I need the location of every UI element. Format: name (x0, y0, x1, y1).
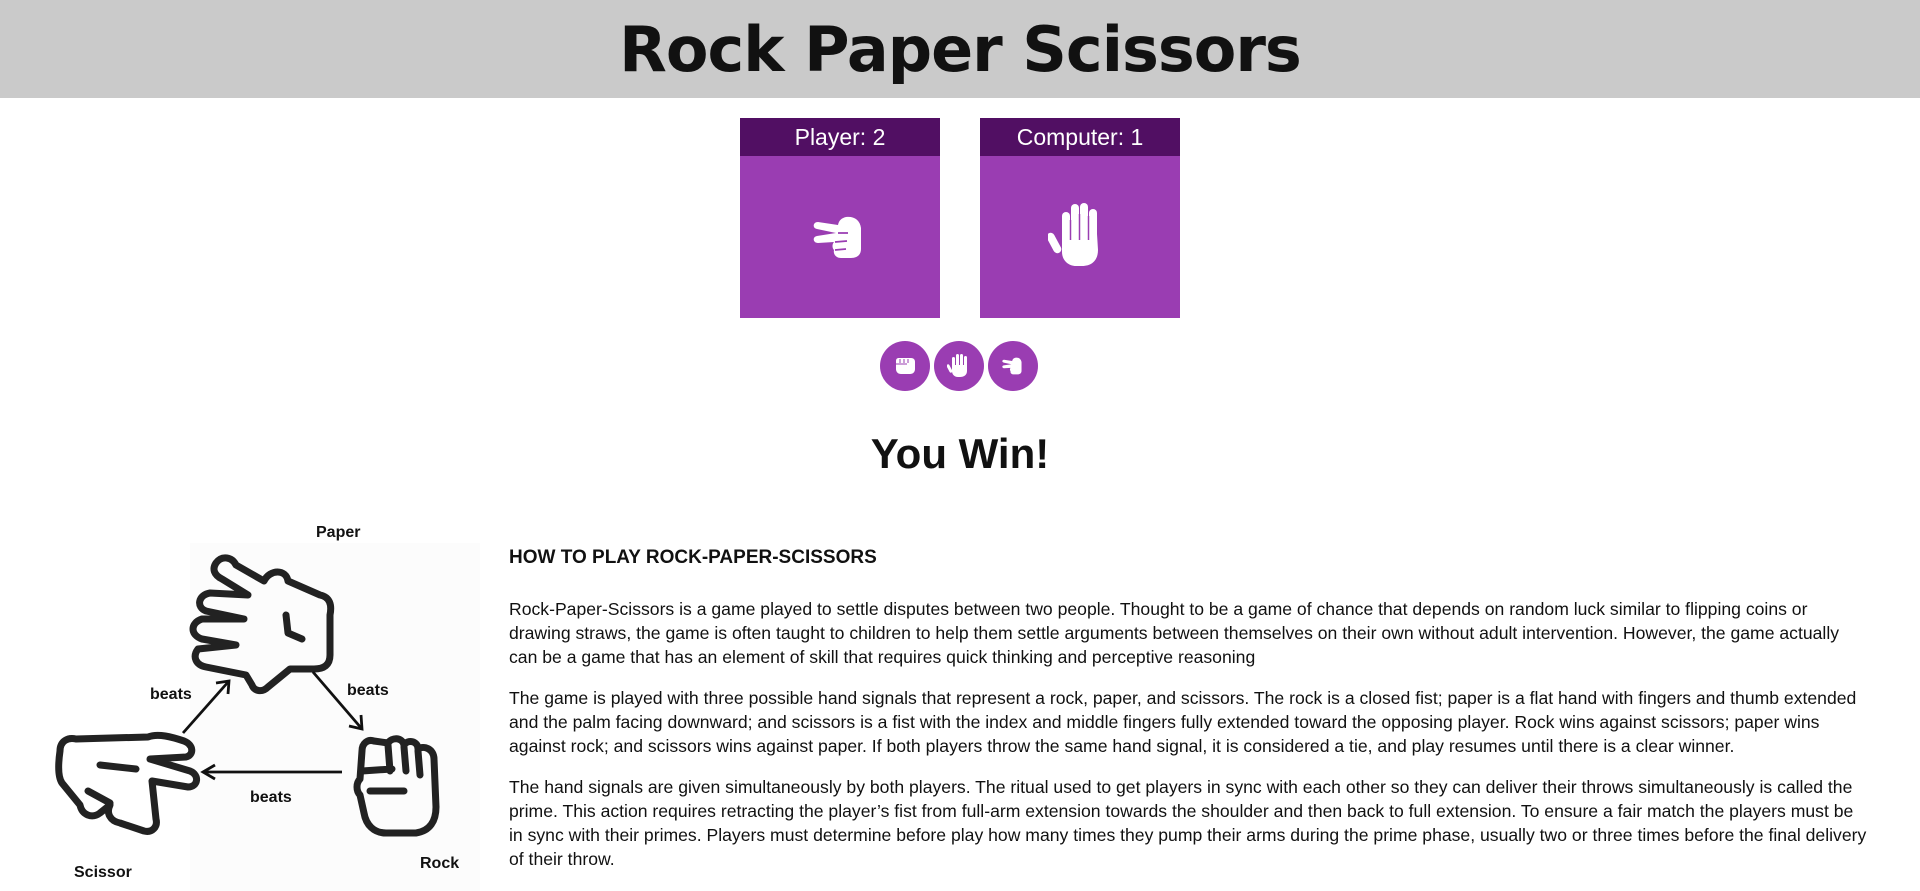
scissors-button[interactable] (988, 341, 1038, 391)
how-to-play-paragraph: The hand signals are given simultaneousl… (509, 777, 1867, 869)
rock-button[interactable] (880, 341, 930, 391)
beats-label-left: beats (150, 686, 192, 703)
scissor-label: Scissor (74, 864, 132, 881)
beats-label-right: beats (347, 682, 389, 699)
rock-fist-icon (892, 352, 918, 381)
how-to-play-section: HOW TO PLAY ROCK-PAPER-SCISSORS Rock-Pap… (509, 546, 1869, 888)
paper-label: Paper (316, 524, 360, 541)
computer-card: Computer: 1 (980, 118, 1180, 318)
scissors-hand-icon (808, 203, 872, 271)
how-to-play-heading: HOW TO PLAY ROCK-PAPER-SCISSORS (509, 547, 877, 568)
page-header: Rock Paper Scissors (0, 0, 1920, 98)
scissors-outline-icon (55, 731, 200, 835)
how-to-play-paragraph: Rock-Paper-Scissors is a game played to … (509, 599, 1840, 667)
player-card: Player: 2 (740, 118, 940, 318)
result-message: You Win! (870, 430, 1050, 477)
paper-hand-icon (1046, 200, 1112, 274)
computer-score-label: Computer: 1 (980, 118, 1180, 156)
paper-button[interactable] (934, 341, 984, 391)
page-title: Rock Paper Scissors (619, 12, 1302, 86)
player-score-label: Player: 2 (740, 118, 940, 156)
paper-hand-icon (946, 352, 971, 381)
how-to-play-paragraph: The game is played with three possible h… (509, 688, 1857, 756)
rules-diagram: Paper Scissor Rock beats beats beats (55, 524, 480, 891)
beats-label-bottom: beats (250, 789, 292, 806)
scissors-hand-icon (1000, 352, 1026, 381)
choice-buttons (880, 341, 1040, 391)
rock-label: Rock (420, 855, 459, 872)
